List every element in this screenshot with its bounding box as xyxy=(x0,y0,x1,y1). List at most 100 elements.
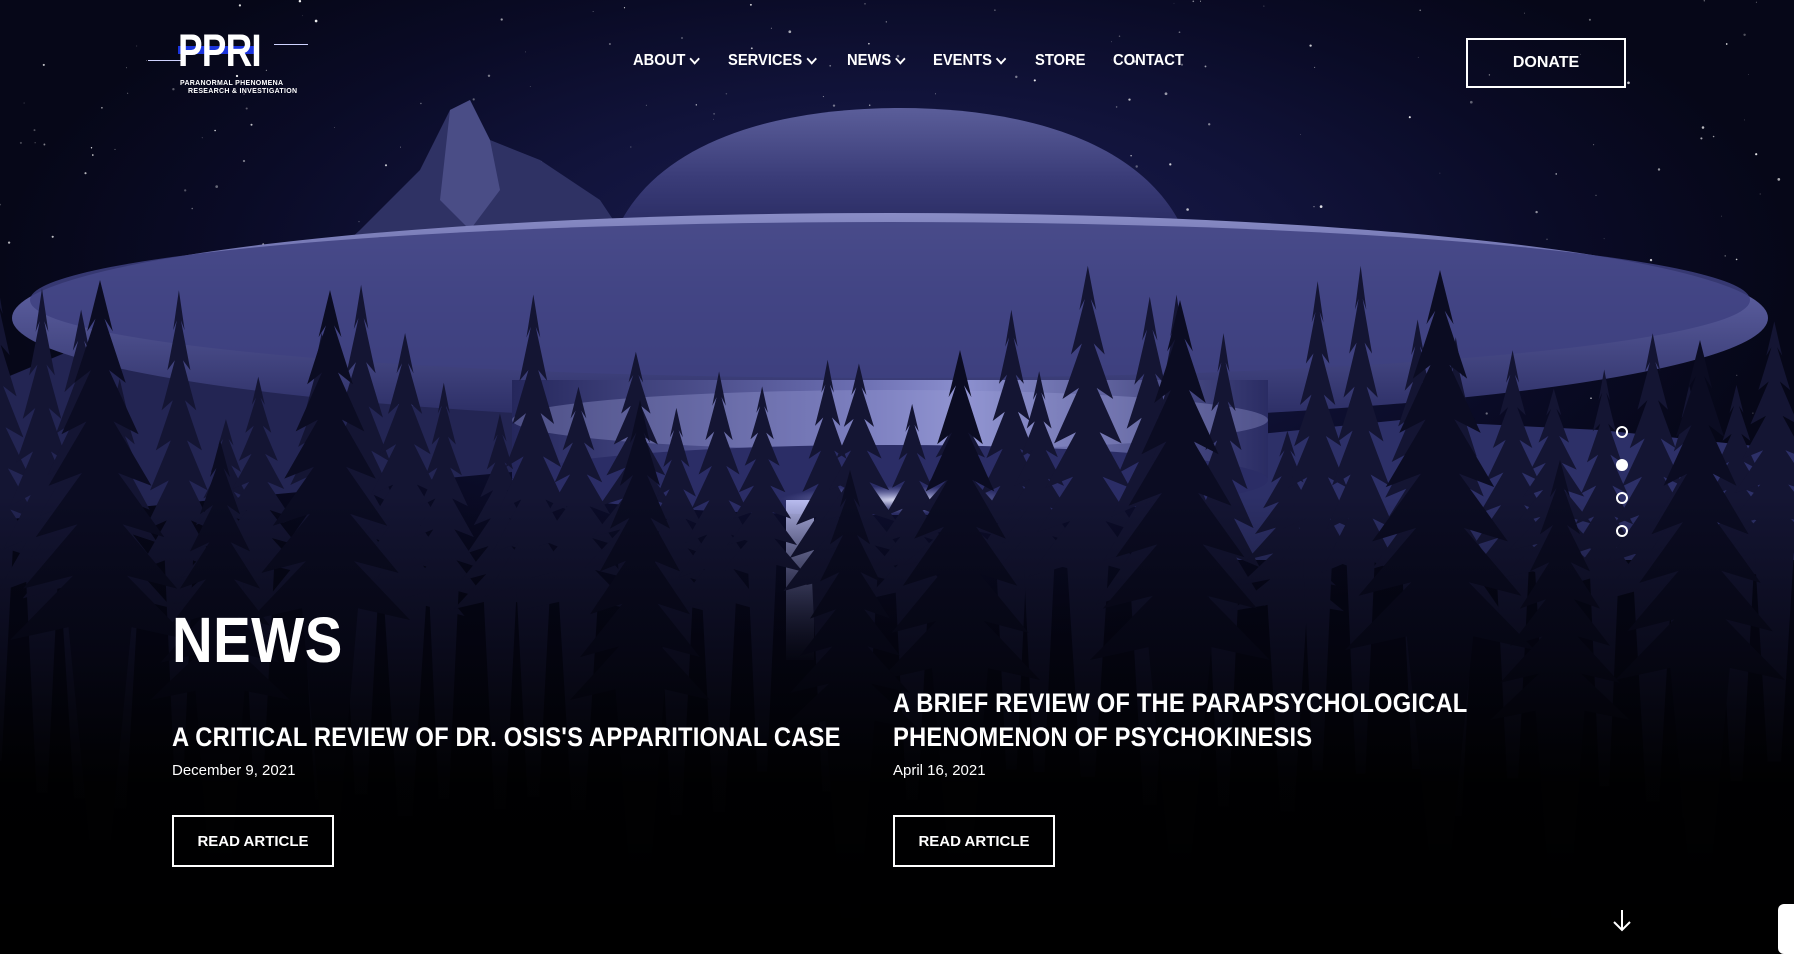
main-navigation: ABOUT SERVICES NEWS EVENTS STORE CONTACT xyxy=(633,52,1214,70)
star xyxy=(90,147,93,149)
star xyxy=(201,137,203,139)
star xyxy=(7,241,11,244)
nav-label: EVENTS xyxy=(932,52,992,69)
nav-item-contact[interactable]: CONTACT xyxy=(1113,52,1184,70)
star xyxy=(1743,33,1746,37)
star xyxy=(245,107,248,110)
logo-tagline-line1: PARANORMAL PHENOMENA xyxy=(180,80,284,87)
star xyxy=(1736,374,1738,376)
star xyxy=(1128,98,1131,101)
star xyxy=(472,98,475,101)
chevron-down-icon xyxy=(806,53,817,65)
nav-item-about[interactable]: ABOUT xyxy=(633,52,700,70)
star xyxy=(136,45,138,47)
star xyxy=(1135,165,1138,168)
ppri-logo[interactable]: PPRI PARANORMAL PHENOMENA RESEARCH & INV… xyxy=(148,28,308,100)
star xyxy=(1725,43,1728,45)
chevron-down-icon xyxy=(689,53,700,65)
star xyxy=(1419,9,1422,12)
news-article-1: A CRITICAL REVIEW OF DR. OSIS'S APPARITI… xyxy=(172,720,892,779)
star xyxy=(91,154,94,156)
slide-dot-4[interactable] xyxy=(1616,525,1628,537)
star xyxy=(1208,123,1211,126)
nav-item-store[interactable]: STORE xyxy=(1035,52,1085,70)
star xyxy=(750,47,753,50)
star xyxy=(1701,126,1705,129)
news-article-2: A BRIEF REVIEW OF THE PARAPSYCHOLOGICAL … xyxy=(893,686,1613,779)
star xyxy=(525,51,527,53)
nav-item-events[interactable]: EVENTS xyxy=(932,52,1006,70)
article-date: December 9, 2021 xyxy=(172,762,296,779)
nav-label: ABOUT xyxy=(633,52,686,69)
star xyxy=(214,129,216,132)
star xyxy=(832,104,836,107)
side-widget-tab[interactable] xyxy=(1778,904,1794,954)
star xyxy=(1759,193,1761,195)
star xyxy=(43,143,46,146)
star xyxy=(1595,194,1597,197)
star xyxy=(630,146,632,148)
star xyxy=(298,0,302,3)
logo-tagline-line2: RESEARCH & INVESTIGATION xyxy=(188,88,298,95)
star xyxy=(1169,163,1172,166)
star xyxy=(42,63,45,66)
star xyxy=(384,164,388,167)
star xyxy=(1735,258,1738,261)
star xyxy=(1485,412,1488,415)
star xyxy=(1535,210,1538,214)
read-article-button-2[interactable]: READ ARTICLE xyxy=(893,815,1055,867)
star xyxy=(935,93,936,95)
star xyxy=(191,207,193,210)
star xyxy=(1743,119,1745,121)
donate-button[interactable]: DONATE xyxy=(1466,38,1626,88)
star xyxy=(994,9,996,11)
nav-item-news[interactable]: NEWS xyxy=(846,52,906,70)
star xyxy=(1033,79,1036,82)
star xyxy=(1408,116,1411,119)
star xyxy=(1173,2,1175,4)
nav-label: STORE xyxy=(1034,52,1085,69)
star xyxy=(1469,100,1473,104)
star xyxy=(788,30,792,34)
star xyxy=(623,7,626,9)
slider-pagination xyxy=(1616,426,1630,558)
star xyxy=(608,42,611,46)
star xyxy=(1186,208,1189,211)
star xyxy=(1703,0,1705,2)
slide-dot-2-active[interactable] xyxy=(1616,459,1628,471)
slide-dot-3[interactable] xyxy=(1616,492,1628,504)
arrow-down-icon[interactable] xyxy=(1610,908,1634,934)
star xyxy=(250,123,253,126)
slide-dot-1[interactable] xyxy=(1616,426,1628,438)
star xyxy=(399,146,402,148)
star xyxy=(1627,81,1630,85)
star xyxy=(1439,172,1441,174)
star xyxy=(770,27,772,29)
star xyxy=(1700,137,1703,140)
star xyxy=(1199,0,1202,2)
star xyxy=(19,141,22,144)
star xyxy=(1130,155,1132,157)
star xyxy=(1309,44,1312,47)
star xyxy=(1755,153,1758,156)
read-article-button-1[interactable]: READ ARTICLE xyxy=(172,815,334,867)
article-title[interactable]: A BRIEF REVIEW OF THE PARAPSYCHOLOGICAL … xyxy=(893,686,1615,754)
star xyxy=(1300,134,1301,135)
nav-label: NEWS xyxy=(846,52,891,69)
logo-line-right xyxy=(274,44,308,45)
chevron-down-icon xyxy=(894,53,906,65)
star xyxy=(1417,56,1419,58)
article-title[interactable]: A CRITICAL REVIEW OF DR. OSIS'S APPARITI… xyxy=(172,720,894,754)
star xyxy=(333,127,335,129)
star xyxy=(302,15,303,17)
star xyxy=(51,235,54,238)
star xyxy=(1192,0,1195,3)
star xyxy=(1649,258,1653,262)
star xyxy=(864,3,866,5)
star xyxy=(749,3,752,6)
star xyxy=(885,21,887,23)
star xyxy=(1313,206,1315,208)
nav-item-services[interactable]: SERVICES xyxy=(728,52,817,70)
star xyxy=(1178,31,1181,34)
star xyxy=(695,104,697,106)
